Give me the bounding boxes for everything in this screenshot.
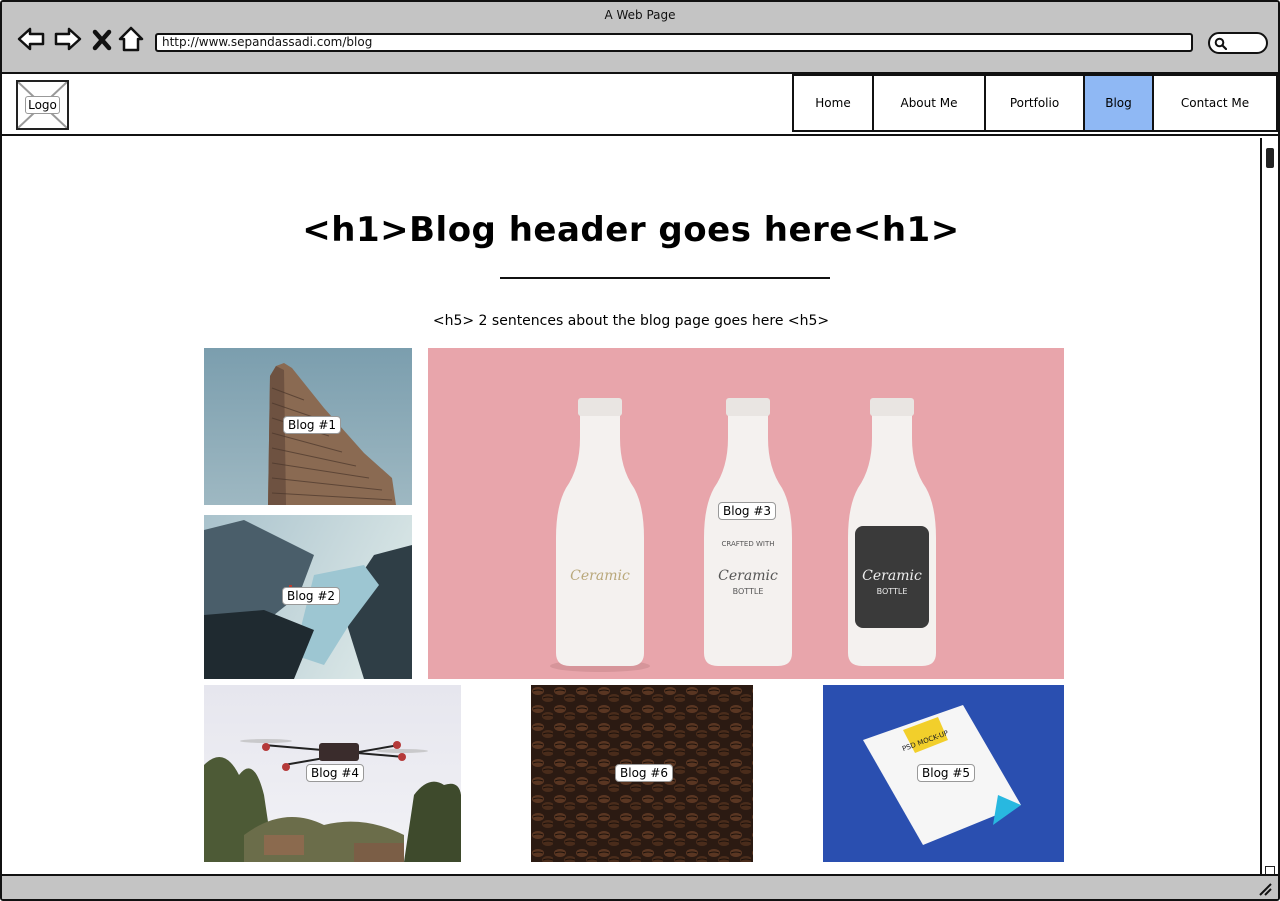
- page-content: <h1>Blog header goes here<h1> <h5> 2 sen…: [2, 138, 1260, 872]
- nav-item-home[interactable]: Home: [792, 74, 872, 132]
- bottle-3-sub: BOTTLE: [877, 587, 908, 596]
- blog-label-5: Blog #5: [917, 764, 976, 782]
- blog-label-6: Blog #6: [615, 764, 674, 782]
- resize-grip-icon[interactable]: [1258, 882, 1272, 896]
- home-icon[interactable]: [118, 24, 144, 54]
- blog-tile-3[interactable]: Ceramic CRAFTED WITH Ceramic BOTTLE Cera…: [428, 348, 1064, 679]
- blog-label-3: Blog #3: [718, 502, 777, 520]
- nav-item-blog[interactable]: Blog: [1083, 74, 1152, 132]
- close-x-icon[interactable]: [90, 24, 114, 54]
- blog-label-2: Blog #2: [282, 587, 341, 605]
- search-icon: [1214, 37, 1227, 50]
- blog-tile-4[interactable]: Blog #4: [204, 685, 461, 862]
- browser-toolbar: A Web Page http://www.sepandassadi.com/b…: [2, 2, 1278, 74]
- blog-tile-6[interactable]: Blog #6: [531, 685, 753, 862]
- bottle-2-crafted: CRAFTED WITH: [722, 540, 775, 548]
- back-arrow-icon[interactable]: [16, 24, 46, 54]
- nav-item-about-me[interactable]: About Me: [872, 74, 984, 132]
- nav-item-contact-me[interactable]: Contact Me: [1152, 74, 1278, 132]
- title-divider: [500, 277, 830, 279]
- browser-search-input[interactable]: [1208, 32, 1268, 54]
- page-title: <h1>Blog header goes here<h1>: [302, 210, 960, 250]
- nav-item-portfolio[interactable]: Portfolio: [984, 74, 1083, 132]
- blog-label-1: Blog #1: [283, 416, 342, 434]
- logo-label: Logo: [25, 96, 60, 114]
- forward-arrow-icon[interactable]: [53, 24, 83, 54]
- blog-tile-5[interactable]: PSD MOCK-UP Blog #5: [823, 685, 1064, 862]
- scrollbar-thumb[interactable]: [1266, 148, 1274, 168]
- bottle-1-brand: Ceramic: [570, 568, 630, 584]
- window-title: A Web Page: [604, 8, 676, 22]
- bottle-2-brand: Ceramic: [718, 568, 778, 584]
- site-header: Logo Home About Me Portfolio Blog Contac…: [2, 74, 1278, 136]
- blog-tile-2[interactable]: Blog #2: [204, 515, 412, 679]
- bottle-3-brand: Ceramic: [862, 568, 922, 584]
- browser-window: A Web Page http://www.sepandassadi.com/b…: [0, 0, 1280, 901]
- vertical-scrollbar[interactable]: [1260, 138, 1278, 878]
- url-input[interactable]: http://www.sepandassadi.com/blog: [155, 33, 1193, 52]
- browser-status-bar: [2, 874, 1278, 899]
- main-nav: Home About Me Portfolio Blog Contact Me: [792, 74, 1278, 132]
- bottle-2-sub: BOTTLE: [733, 587, 764, 596]
- logo-placeholder[interactable]: Logo: [16, 80, 69, 130]
- blog-tile-1[interactable]: Blog #1: [204, 348, 412, 505]
- page-subtitle: <h5> 2 sentences about the blog page goe…: [432, 313, 830, 329]
- blog-label-4: Blog #4: [306, 764, 365, 782]
